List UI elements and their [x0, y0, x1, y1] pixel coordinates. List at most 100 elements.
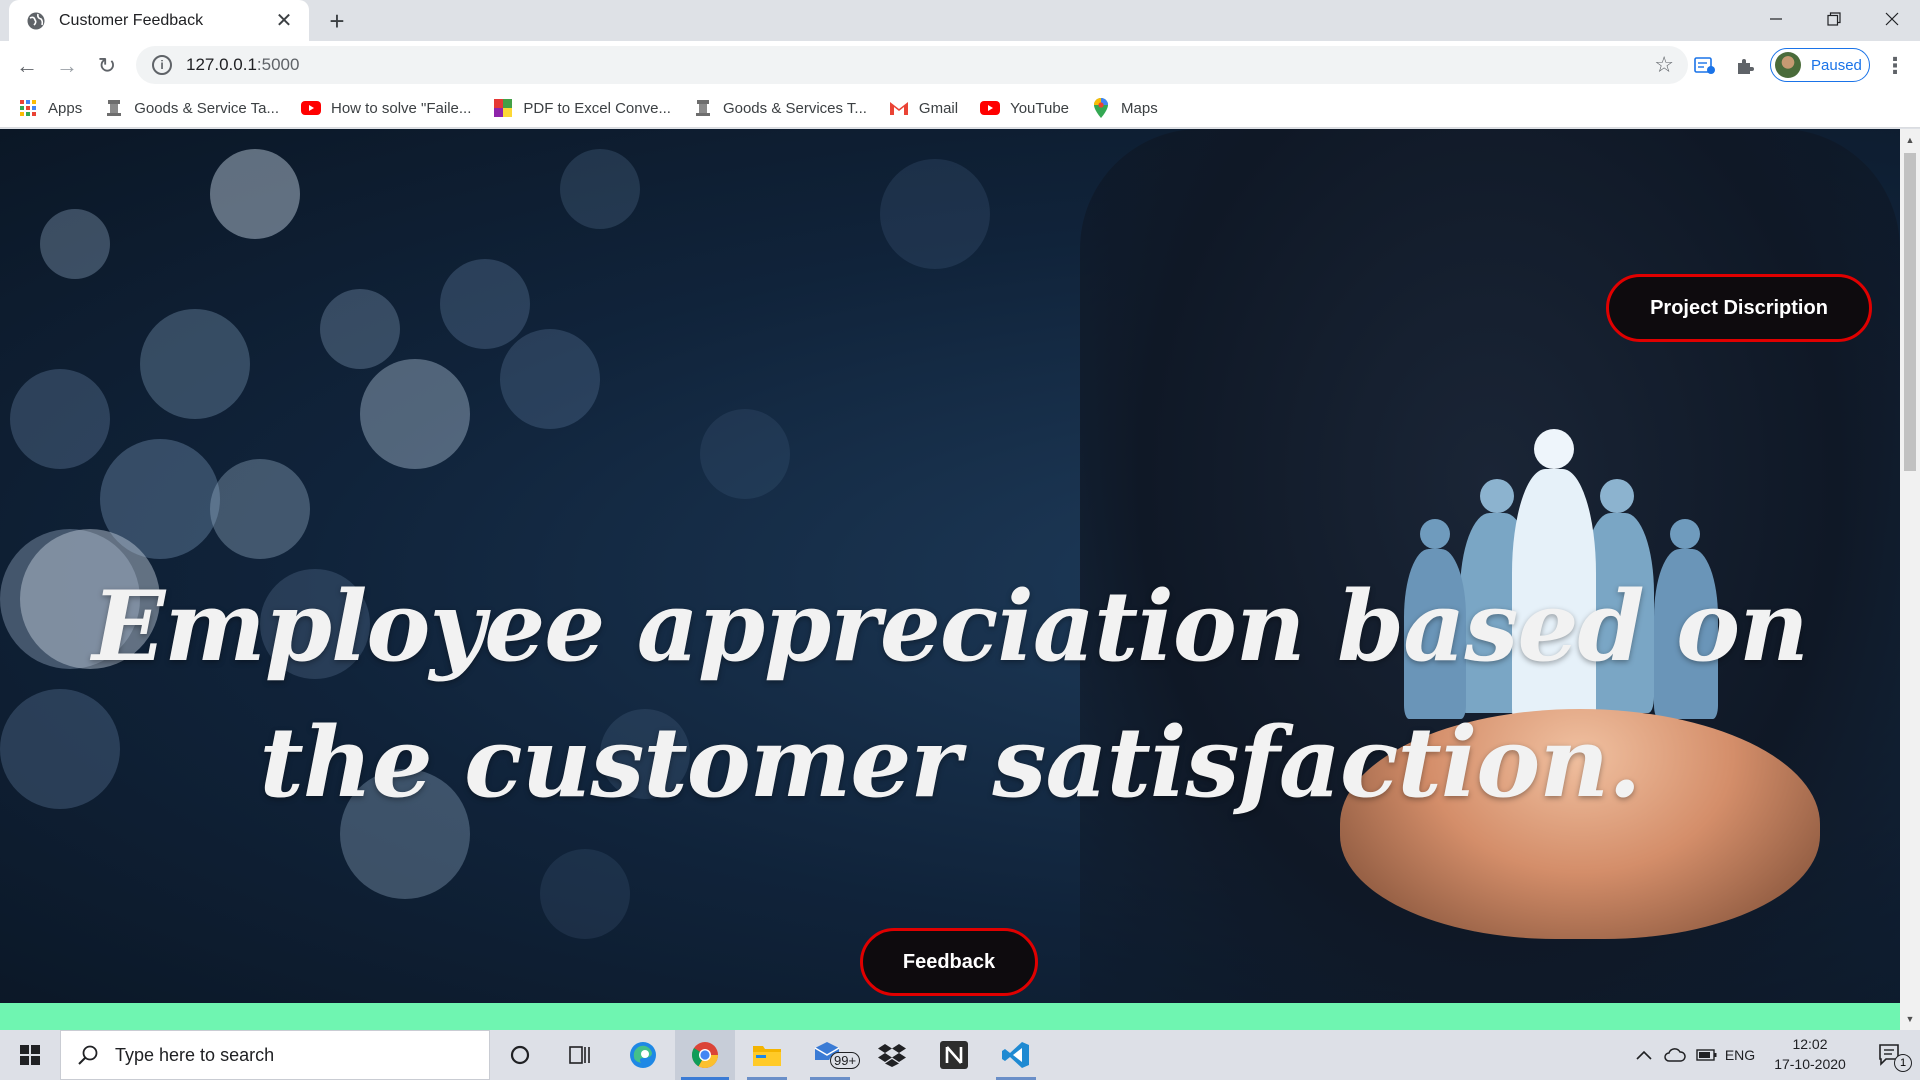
bookmark-label: PDF to Excel Conve... — [523, 99, 671, 117]
show-hidden-icons-chevron-icon[interactable] — [1630, 1030, 1658, 1080]
bokeh-light — [500, 329, 600, 429]
bokeh-light — [440, 259, 530, 349]
reload-button[interactable]: ↻ — [90, 49, 124, 83]
window-close-button[interactable] — [1864, 0, 1920, 38]
project-description-button[interactable]: Project Discription — [1606, 274, 1872, 342]
bookmark-gst-2[interactable]: Goods & Services T... — [693, 94, 867, 122]
bookmark-pdf-to-excel[interactable]: PDF to Excel Conve... — [493, 94, 671, 122]
site-info-icon[interactable]: i — [152, 55, 172, 75]
notification-count-badge: 1 — [1894, 1054, 1912, 1072]
bookmark-label: Goods & Service Ta... — [134, 99, 279, 117]
maps-pin-icon — [1091, 98, 1111, 118]
bokeh-light — [320, 289, 400, 369]
task-view-icon[interactable] — [550, 1030, 610, 1080]
minimize-button[interactable] — [1748, 0, 1804, 38]
gov-emblem-icon — [104, 98, 124, 118]
new-tab-button[interactable]: + — [322, 6, 352, 36]
bookmark-gmail[interactable]: Gmail — [889, 94, 958, 122]
back-button[interactable]: ← — [10, 49, 44, 83]
bokeh-light — [700, 409, 790, 499]
vscode-icon[interactable] — [986, 1030, 1046, 1080]
youtube-icon — [980, 98, 1001, 118]
tab-title: Customer Feedback — [59, 11, 204, 29]
hero-title: Employee appreciation based on the custo… — [92, 570, 1809, 819]
start-button[interactable] — [0, 1030, 60, 1080]
windows-taskbar: Type here to search 99+ ENG 12:02 17-10-… — [0, 1030, 1920, 1080]
onedrive-cloud-icon[interactable] — [1660, 1030, 1690, 1080]
windows-logo-icon — [20, 1045, 40, 1065]
bookmark-youtube[interactable]: YouTube — [980, 94, 1069, 122]
scroll-down-arrow-icon[interactable]: ▼ — [1900, 1010, 1920, 1028]
taskbar-clock[interactable]: 12:02 17-10-2020 — [1760, 1034, 1860, 1074]
dropbox-icon[interactable] — [862, 1030, 922, 1080]
file-explorer-icon[interactable] — [737, 1030, 797, 1080]
bokeh-light — [560, 149, 640, 229]
notion-icon[interactable] — [924, 1030, 984, 1080]
bokeh-light — [210, 459, 310, 559]
gov-emblem-icon — [693, 98, 713, 118]
search-placeholder: Type here to search — [115, 1044, 275, 1065]
address-bar[interactable]: i 127.0.0.1:5000 ☆ — [136, 46, 1688, 84]
bokeh-light — [360, 359, 470, 469]
mail-icon[interactable]: 99+ — [800, 1030, 861, 1080]
input-language[interactable]: ENG — [1722, 1030, 1758, 1080]
edge-icon[interactable] — [613, 1030, 673, 1080]
bokeh-light — [10, 369, 110, 469]
bookmark-apps[interactable]: Apps — [18, 94, 82, 122]
bookmark-youtube-video[interactable]: How to solve "Faile... — [301, 94, 471, 122]
figure-head — [1534, 429, 1574, 469]
clock-time: 12:02 — [1792, 1036, 1828, 1052]
reading-list-icon[interactable] — [1690, 51, 1720, 81]
bokeh-light — [540, 849, 630, 939]
mail-unread-badge: 99+ — [830, 1052, 861, 1069]
bokeh-light — [140, 309, 250, 419]
bookmark-label: YouTube — [1010, 99, 1070, 117]
profile-status: Paused — [1811, 56, 1862, 74]
bookmark-label: Maps — [1121, 99, 1158, 117]
tab-strip: Customer Feedback ✕ + — [0, 0, 1920, 41]
search-icon — [78, 1045, 98, 1065]
scroll-up-arrow-icon[interactable]: ▲ — [1900, 131, 1920, 149]
bookmark-gst-1[interactable]: Goods & Service Ta... — [104, 94, 279, 122]
figure-head — [1420, 519, 1450, 549]
figure-head — [1600, 479, 1634, 513]
battery-icon[interactable] — [1692, 1030, 1722, 1080]
browser-tab-active[interactable]: Customer Feedback ✕ — [9, 0, 309, 41]
apps-grid-icon — [18, 98, 38, 118]
taskbar-search-box[interactable]: Type here to search — [60, 1030, 490, 1080]
clock-date: 17-10-2020 — [1774, 1056, 1846, 1072]
tab-close-icon[interactable]: ✕ — [273, 10, 295, 32]
gmail-icon — [889, 98, 909, 118]
page-scrollbar[interactable]: ▲ ▼ — [1900, 129, 1920, 1030]
profile-button[interactable]: Paused — [1770, 48, 1870, 82]
bokeh-light — [40, 209, 110, 279]
pdf-converter-icon — [493, 98, 513, 118]
action-center-icon[interactable]: 1 — [1866, 1030, 1916, 1080]
avatar — [1775, 52, 1801, 78]
feedback-button[interactable]: Feedback — [860, 928, 1038, 996]
cortana-icon[interactable] — [490, 1030, 550, 1080]
chrome-icon[interactable] — [675, 1030, 735, 1080]
bookmark-label: Goods & Services T... — [722, 99, 867, 117]
bookmark-label: Apps — [48, 99, 83, 117]
extensions-puzzle-icon[interactable] — [1730, 51, 1760, 81]
footer-band — [0, 1003, 1900, 1030]
forward-button[interactable]: → — [50, 49, 84, 83]
url-host: 127.0.0.1 — [186, 55, 257, 74]
restore-button[interactable] — [1806, 0, 1862, 38]
url-text: 127.0.0.1:5000 — [186, 55, 299, 75]
bookmarks-bar: Apps Goods & Service Ta... How to solve … — [0, 89, 1920, 128]
bookmark-star-icon[interactable]: ☆ — [1654, 52, 1674, 78]
figure-head — [1480, 479, 1514, 513]
figure-head — [1670, 519, 1700, 549]
bokeh-light — [210, 149, 300, 239]
scrollbar-thumb[interactable] — [1904, 153, 1916, 471]
globe-icon — [25, 10, 47, 32]
bokeh-light — [880, 159, 990, 269]
browser-menu-icon[interactable]: ⋮ — [1880, 51, 1910, 81]
url-port: :5000 — [256, 55, 300, 74]
bookmark-maps[interactable]: Maps — [1091, 94, 1158, 122]
youtube-icon — [301, 98, 321, 118]
bookmark-label: Gmail — [918, 99, 959, 117]
browser-toolbar: ← → ↻ i 127.0.0.1:5000 ☆ Paused ⋮ — [0, 41, 1920, 89]
